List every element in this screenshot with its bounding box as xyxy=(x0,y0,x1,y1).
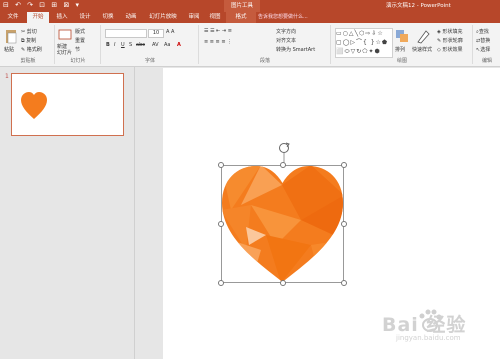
brush-icon: ✎ xyxy=(21,47,26,53)
effects-icon: ◇ xyxy=(437,47,441,53)
section-button[interactable]: 节 xyxy=(75,46,80,53)
resize-handle-top[interactable] xyxy=(280,162,286,168)
bold-button[interactable]: B xyxy=(106,42,110,48)
tab-file[interactable]: 文件 xyxy=(2,12,24,23)
resize-handle-right[interactable] xyxy=(341,221,347,227)
title-bar: ⊟ ↶ ↷ ⊡ ⊞ ⊠ ▾ 图片工具 演示文稿12 - PowerPoint xyxy=(0,0,500,12)
change-case-icon[interactable]: Aa xyxy=(164,42,170,48)
document-title: 演示文稿12 - PowerPoint xyxy=(386,3,451,9)
paste-button[interactable]: 粘贴 xyxy=(4,46,14,53)
clipboard-group: 粘贴 ✂ 剪切 ⧉ 复制 ✎ 格式刷 剪贴板 xyxy=(2,25,55,64)
font-group: 10 A A B I U S abc AV Aa A 字体 xyxy=(102,25,199,64)
drawing-group-label: 绘图 xyxy=(396,58,407,64)
strikethrough-button[interactable]: abc xyxy=(136,42,145,48)
tab-slideshow[interactable]: 幻灯片放映 xyxy=(144,12,182,23)
paragraph-group-label: 段落 xyxy=(259,58,270,64)
new-slide-icon[interactable] xyxy=(58,28,72,44)
drawing-group: ▭○△╲⬡⇨⇩☆ ▢◯▷⌒{ }☆⬟ ⬜⬭▽↻⬠✦⬢ 排列 快速样式 ◈ 形状填充 … xyxy=(332,25,473,64)
reset-button[interactable]: 重置 xyxy=(75,37,85,44)
ribbon: 粘贴 ✂ 剪切 ⧉ 复制 ✎ 格式刷 剪贴板 新建 幻灯片 版式 重置 节 幻灯… xyxy=(0,23,500,67)
italic-button[interactable]: I xyxy=(114,42,115,48)
replace-button[interactable]: ⇄替换 xyxy=(476,37,490,44)
layout-button[interactable]: 版式 xyxy=(75,28,85,35)
font-size-select[interactable]: 10 xyxy=(148,29,164,38)
tab-view[interactable]: 视图 xyxy=(206,12,224,23)
cut-label: 剪切 xyxy=(26,29,37,35)
resize-handle-bottom-left[interactable] xyxy=(218,280,224,286)
copy-label: 复制 xyxy=(26,38,37,44)
align-text-button[interactable]: 对齐文本 xyxy=(276,37,296,44)
font-name-select[interactable] xyxy=(105,29,147,38)
slides-group-label: 幻灯片 xyxy=(70,58,86,64)
quick-styles-button[interactable]: 快速样式 xyxy=(412,46,432,53)
tab-home[interactable]: 开始 xyxy=(27,12,49,23)
font-color-icon[interactable]: A xyxy=(177,42,181,48)
watermark-brand: Bai 经验 xyxy=(382,314,467,336)
slide-thumbnail[interactable] xyxy=(11,73,124,136)
watermark-url: jingyan.baidu.com xyxy=(396,334,461,342)
picture-tools-title: 图片工具 xyxy=(224,0,260,12)
tab-transitions[interactable]: 切换 xyxy=(98,12,118,23)
pen-icon: ✎ xyxy=(437,38,442,44)
quick-access-toolbar[interactable]: ⊟ ↶ ↷ ⊡ ⊞ ⊠ ▾ xyxy=(3,1,81,9)
char-spacing-icon[interactable]: AV xyxy=(152,42,159,48)
resize-handle-bottom[interactable] xyxy=(280,280,286,286)
shape-outline-button[interactable]: ✎ 形状轮廓 xyxy=(437,37,463,44)
tab-review[interactable]: 审阅 xyxy=(184,12,204,23)
tab-animations[interactable]: 动画 xyxy=(121,12,141,23)
text-direction-button[interactable]: 文字方向 xyxy=(276,28,296,35)
shape-fill-button[interactable]: ◈ 形状填充 xyxy=(437,28,462,35)
copy-icon: ⧉ xyxy=(21,38,25,44)
baidu-watermark: Bai 经验 jingyan.baidu.com xyxy=(382,306,492,346)
smartart-button[interactable]: 转换为 SmartArt xyxy=(276,46,315,53)
shape-effects-button[interactable]: ◇ 形状效果 xyxy=(437,46,462,53)
quick-styles-icon[interactable] xyxy=(416,28,430,44)
tab-insert[interactable]: 插入 xyxy=(52,12,72,23)
select-label: 选择 xyxy=(480,47,491,53)
cut-button[interactable]: ✂ 剪切 xyxy=(21,28,37,35)
tab-design[interactable]: 设计 xyxy=(75,12,95,23)
underline-button[interactable]: U xyxy=(121,42,125,48)
format-painter-label: 格式刷 xyxy=(26,47,42,53)
picture-selection-frame xyxy=(221,165,344,283)
alignment-icons[interactable]: ≡ ≡ ≡ ≡ ⋮ xyxy=(204,39,232,45)
find-button[interactable]: ⌕查找 xyxy=(476,28,489,35)
tell-me-search[interactable]: 告诉我您想要做什么... xyxy=(258,12,308,23)
slide-thumbnail-pane[interactable]: 1 xyxy=(0,67,135,359)
new-slide-button[interactable]: 新建 幻灯片 xyxy=(57,44,72,56)
copy-button[interactable]: ⧉ 复制 xyxy=(21,37,36,44)
thumbnail-heart-icon xyxy=(21,92,47,119)
replace-label: 替换 xyxy=(480,38,491,44)
resize-handle-left[interactable] xyxy=(218,221,224,227)
bullets-icon[interactable]: ☰ ☰ ⇤ ⇥ ≡ xyxy=(204,28,232,34)
select-button[interactable]: ↖选择 xyxy=(476,46,490,53)
grow-shrink-font-icon[interactable]: A A xyxy=(166,29,174,35)
arrange-button[interactable]: 排列 xyxy=(395,46,405,53)
paragraph-group: ☰ ☰ ⇤ ⇥ ≡ ≡ ≡ ≡ ≡ ⋮ 文字方向 对齐文本 转换为 SmartA… xyxy=(200,25,331,64)
paste-icon[interactable] xyxy=(4,28,18,44)
font-group-label: 字体 xyxy=(144,58,155,64)
ribbon-tabs: 文件 开始 插入 设计 切换 动画 幻灯片放映 审阅 视图 格式 告诉我您想要做… xyxy=(0,12,500,23)
resize-handle-top-right[interactable] xyxy=(341,162,347,168)
format-painter-button[interactable]: ✎ 格式刷 xyxy=(21,46,42,53)
slides-group: 新建 幻灯片 版式 重置 节 幻灯片 xyxy=(56,25,101,64)
scissors-icon: ✂ xyxy=(21,29,26,35)
editing-group-label: 编辑 xyxy=(481,58,492,64)
shape-effects-label: 形状效果 xyxy=(442,47,463,53)
shape-outline-label: 形状轮廓 xyxy=(442,38,463,44)
paint-bucket-icon: ◈ xyxy=(437,29,441,35)
arrange-icon[interactable] xyxy=(395,28,409,44)
resize-handle-bottom-right[interactable] xyxy=(341,280,347,286)
clipboard-group-label: 剪贴板 xyxy=(20,58,36,64)
find-label: 查找 xyxy=(478,29,489,35)
resize-handle-top-left[interactable] xyxy=(218,162,224,168)
slide-number: 1 xyxy=(5,73,9,80)
editing-group: ⌕查找 ⇄替换 ↖选择 编辑 xyxy=(474,25,500,64)
shape-fill-label: 形状填充 xyxy=(442,29,463,35)
tab-format[interactable]: 格式 xyxy=(226,12,256,23)
shadow-button[interactable]: S xyxy=(129,42,132,48)
shapes-gallery[interactable]: ▭○△╲⬡⇨⇩☆ ▢◯▷⌒{ }☆⬟ ⬜⬭▽↻⬠✦⬢ xyxy=(335,28,393,58)
